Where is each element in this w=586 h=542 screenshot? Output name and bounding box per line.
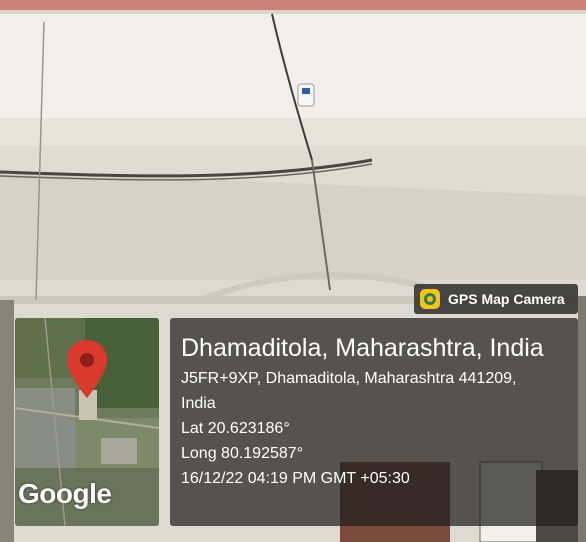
pillar-left — [0, 300, 14, 542]
latitude: Lat 20.623186° — [181, 420, 290, 437]
longitude: Long 80.192587° — [181, 445, 304, 462]
google-logo: Google — [18, 478, 112, 509]
gps-map-camera-badge: GPS Map Camera — [414, 284, 578, 314]
gps-map-camera-icon — [420, 289, 440, 309]
map-thumbnail: Google — [15, 318, 159, 526]
address-line-1: J5FR+9XP, Dhamaditola, Maharashtra 44120… — [181, 370, 517, 387]
location-title: Dhamaditola, Maharashtra, India — [181, 334, 544, 362]
location-pin-icon — [67, 340, 107, 398]
timestamp: 16/12/22 04:19 PM GMT +05:30 — [181, 470, 410, 487]
pillar-right — [578, 296, 586, 542]
badge-app-name: GPS Map Camera — [448, 291, 565, 307]
wall-device — [297, 83, 315, 107]
address-line-2: India — [181, 395, 216, 412]
location-info-panel: Dhamaditola, Maharashtra, India J5FR+9XP… — [170, 318, 578, 526]
